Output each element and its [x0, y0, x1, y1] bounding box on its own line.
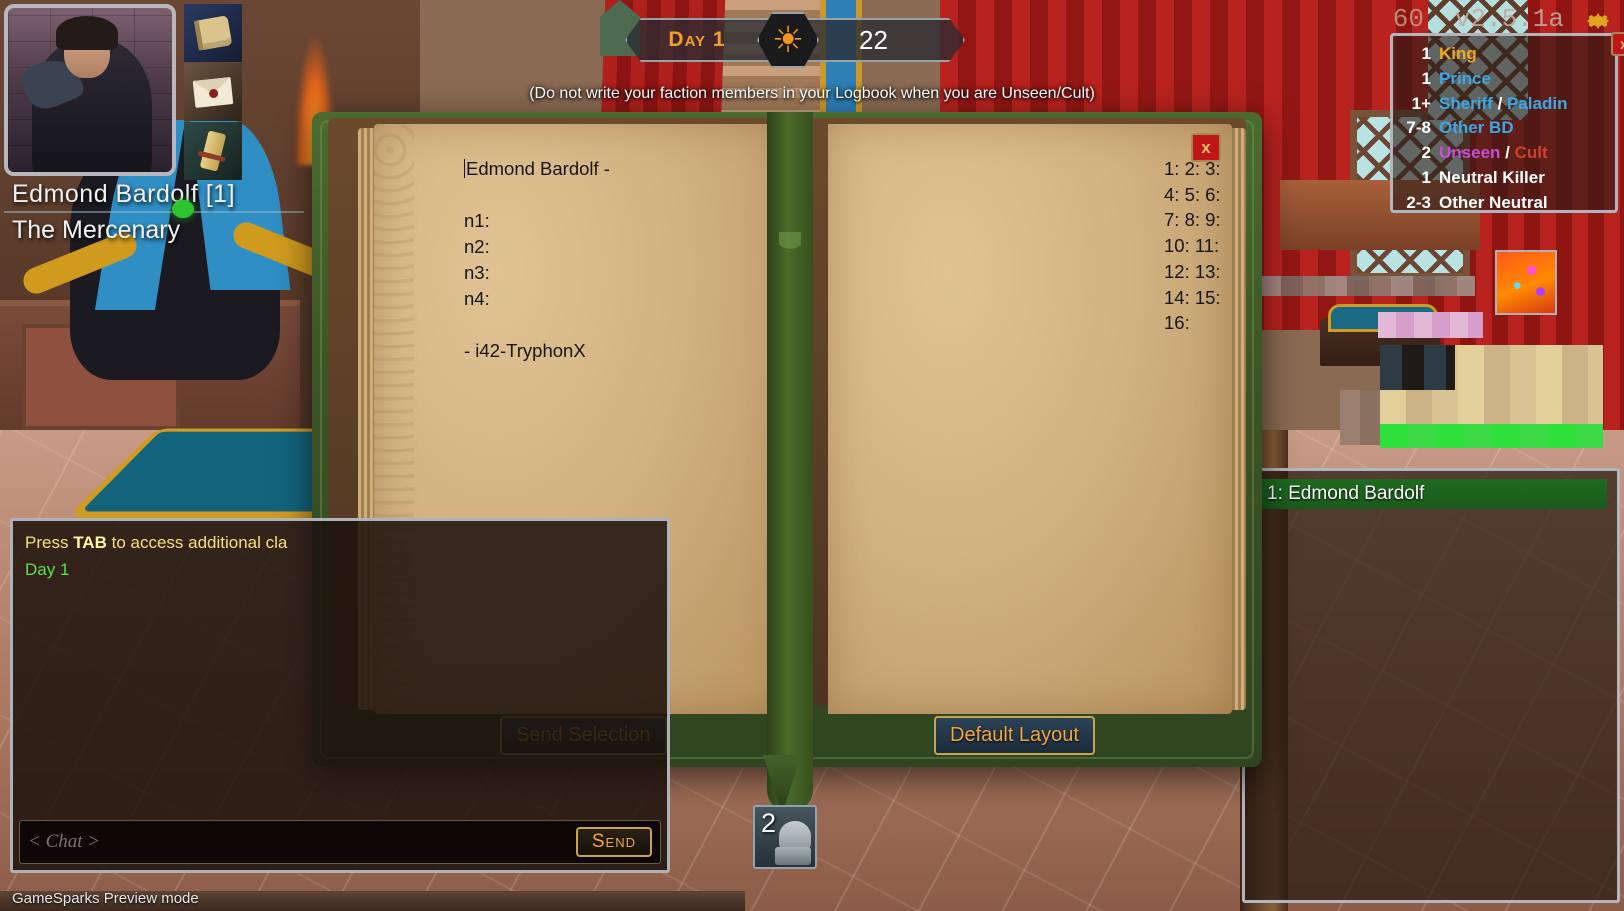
avatar[interactable] [4, 4, 176, 176]
chat-message: Press TAB to access additional cla [25, 533, 288, 552]
role-list-row: 1+ Sheriff / Paladin [1397, 92, 1605, 117]
chat-panel: Press TAB to access additional cla Day 1 … [10, 518, 670, 873]
censored-block [1378, 312, 1483, 338]
role-name: Prince [1439, 68, 1491, 88]
role-name: King [1439, 44, 1477, 63]
default-layout-button[interactable]: Default Layout [934, 716, 1095, 755]
player-card: Edmond Bardolf [1] The Mercenary [4, 4, 304, 245]
role-list-panel: x 1 King 1 Prince 1+ Sheriff / Paladin 7-8 Othe… [1390, 32, 1624, 216]
game-screen: Day 1 22 ☀ (Do not write your faction me… [0, 0, 1624, 911]
logbook-page-right[interactable]: 1: 2: 3: 4: 5: 6: 7: 8: 9: 10: 11: 12: 1… [828, 124, 1232, 714]
role-list-row: 2-3 Other Neutral [1397, 191, 1605, 216]
version-label: v2.5.1a [1454, 4, 1564, 34]
role-name: Sheriff / Paladin [1439, 93, 1568, 113]
logbook-numbered-list[interactable]: 1: 2: 3: 4: 5: 6: 7: 8: 9: 10: 11: 12: 1… [1164, 156, 1232, 336]
equipped-item-slot[interactable]: 2 [753, 805, 817, 869]
preview-mode-label: GameSparks Preview mode [12, 890, 199, 907]
role-list-row: 1 Neutral Killer [1397, 166, 1605, 191]
role-count: 7-8 [1406, 118, 1431, 138]
logbook-notes-text[interactable]: Edmond Bardolf - n1: n2: n3: n4: - i42-T… [464, 156, 766, 364]
day-label: Day 1 [668, 28, 726, 51]
role-name: Other BD [1439, 118, 1514, 138]
chat-input-bar: Send [19, 820, 661, 864]
letter-icon [192, 76, 234, 108]
close-icon[interactable]: x [1611, 32, 1624, 56]
list-item[interactable]: 1: Edmond Bardolf [1255, 479, 1607, 509]
role-list-row: 2 Unseen / Cult [1397, 141, 1605, 166]
logbook-item[interactable] [184, 4, 242, 62]
role-list-row: 1 King [1397, 42, 1605, 67]
censored-block [1380, 424, 1603, 448]
alive-status-indicator [172, 200, 194, 218]
censored-block [1340, 390, 1382, 445]
player-list-panel: 1: Edmond Bardolf [1242, 468, 1620, 903]
scroll-item[interactable] [184, 122, 242, 180]
item-quantity: 2 [761, 808, 777, 838]
role-count: 2-3 [1406, 192, 1431, 212]
send-button[interactable]: Send [575, 827, 652, 857]
role-count: 1 [1421, 168, 1431, 188]
chat-log[interactable]: Press TAB to access additional cla Day 1 [13, 521, 667, 820]
role-count: 1+ [1411, 93, 1431, 113]
chat-message: Day 1 [25, 560, 70, 579]
role-list-row: 7-8 Other BD [1397, 116, 1605, 141]
role-count: 1 [1421, 68, 1431, 88]
role-name: Other Neutral [1439, 192, 1548, 212]
profile-thumbnail[interactable] [1495, 250, 1557, 315]
role-count: 2 [1421, 143, 1431, 163]
letter-item[interactable] [184, 63, 242, 121]
role-list-row: 1 Prince [1397, 67, 1605, 92]
item-tray [184, 4, 244, 181]
player-name: Edmond Bardolf [1] [4, 180, 304, 213]
fps-counter: 60 [1392, 4, 1424, 34]
book-icon [193, 15, 233, 51]
player-role: The Mercenary [12, 216, 181, 244]
helmet-icon [775, 821, 811, 865]
role-name: Neutral Killer [1439, 168, 1545, 188]
scroll-icon [199, 130, 227, 172]
censored-block [1380, 345, 1455, 390]
book-spine [767, 112, 813, 812]
role-list: 1 King 1 Prince 1+ Sheriff / Paladin 7-8 Other … [1397, 42, 1605, 216]
close-icon[interactable]: x [1191, 133, 1221, 162]
role-count: 1 [1421, 44, 1431, 63]
role-name: Unseen / Cult [1439, 143, 1548, 163]
player-list: 1: Edmond Bardolf [1255, 479, 1607, 509]
chat-input[interactable] [28, 831, 576, 853]
